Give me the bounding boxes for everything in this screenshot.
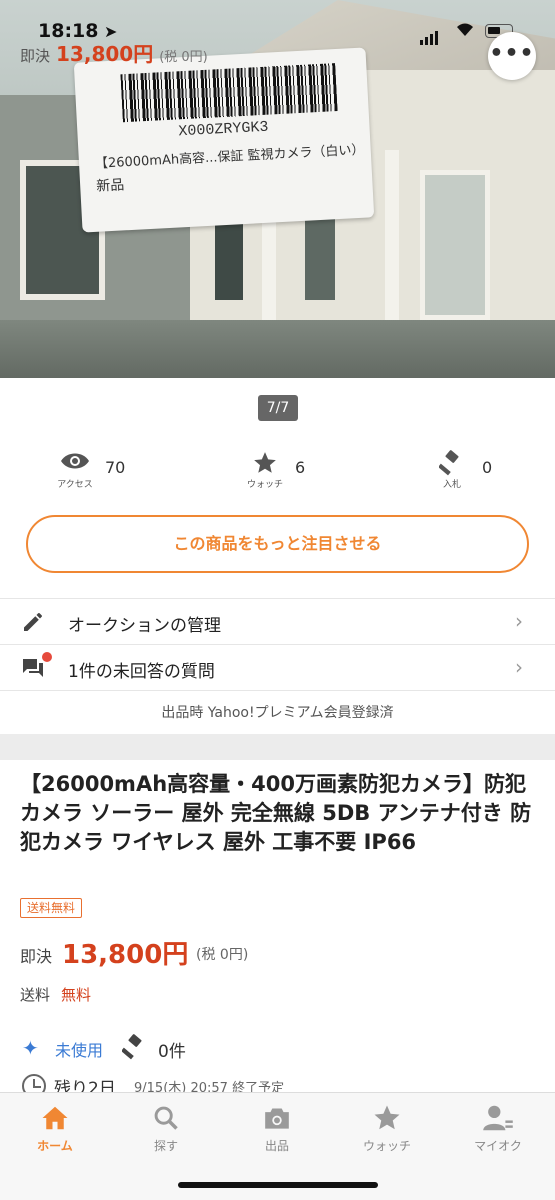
buy-now-label: 即決 [20, 947, 53, 966]
star-icon [245, 450, 285, 480]
gavel-icon [121, 1034, 148, 1060]
bid-count: 0件 [158, 1042, 186, 1062]
barcode [120, 63, 338, 123]
premium-notice: 出品時 Yahoo!プレミアム会員登録済 [0, 690, 555, 734]
tab-home-label: ホーム [37, 1139, 73, 1153]
tab-sell[interactable]: 出品 [232, 1101, 322, 1161]
chevron-right-icon: › [515, 609, 523, 633]
gallery-counter: 7/7 [258, 395, 298, 421]
more-options-button[interactable]: ••• [488, 32, 536, 80]
product-label-sticker: X000ZRYGK3 【26000mAh高容...保証 監視カメラ（白い） 新品 [73, 47, 375, 233]
home-icon [10, 1101, 100, 1135]
stat-watch-label: ウォッチ [246, 480, 283, 490]
section-divider [0, 734, 555, 760]
photo-ground [0, 320, 555, 378]
user-icon [453, 1101, 543, 1135]
header-price-amount: 13,800円 [56, 42, 154, 66]
photo-window [420, 170, 490, 320]
home-indicator [178, 1182, 378, 1188]
tab-search[interactable]: 探す [121, 1101, 211, 1161]
pencil-icon [20, 610, 48, 634]
item-condition-link[interactable]: 未使用 [55, 1037, 103, 1061]
buy-now-tax: (税 0円) [196, 947, 249, 963]
gavel-icon [432, 450, 472, 480]
tab-watch[interactable]: ウォッチ [342, 1101, 432, 1161]
tab-my-auction[interactable]: マイオク [453, 1101, 543, 1161]
shipping-label: 送料 [20, 986, 51, 1004]
header-buy-label: 即決 [20, 47, 51, 65]
header-tax: (税 0円) [159, 50, 208, 65]
free-shipping-badge: 送料無料 [20, 898, 83, 918]
ellipsis-icon: ••• [489, 41, 535, 66]
auction-management-label: オークションの管理 [68, 616, 221, 636]
stat-access-label: アクセス [57, 480, 93, 490]
buy-now-price: 13,800円 [62, 940, 189, 970]
auction-management-row[interactable]: オークションの管理 › [0, 598, 555, 644]
wifi-icon [456, 22, 474, 41]
promote-item-button[interactable]: この商品をもっと注目させる [26, 515, 529, 573]
header-price: 即決 13,800円 (税 0円) [20, 38, 208, 67]
star-icon [342, 1101, 432, 1135]
chat-icon [20, 652, 52, 680]
eye-icon [55, 450, 95, 476]
item-title: 【26000mAh高容量・400万画素防犯カメラ】防犯カメラ ソーラー 屋外 完… [20, 772, 532, 854]
shipping-value: 無料 [61, 986, 92, 1004]
tab-search-label: 探す [153, 1139, 178, 1153]
stat-bids-value: 0 [482, 458, 493, 477]
stat-bids-label: 入札 [442, 480, 461, 490]
camera-icon [232, 1101, 322, 1135]
unanswered-questions-row[interactable]: 1件の未回答の質問 › [0, 644, 555, 690]
sparkle-icon: ✦ [22, 1036, 39, 1060]
unanswered-questions-label: 1件の未回答の質問 [68, 662, 215, 682]
stat-access-value: 70 [105, 458, 126, 477]
tab-my-auction-label: マイオク [474, 1139, 522, 1153]
tab-home[interactable]: ホーム [10, 1101, 100, 1161]
cellular-signal-icon [420, 26, 440, 45]
tab-sell-label: 出品 [264, 1139, 289, 1153]
search-icon [121, 1101, 211, 1135]
chevron-right-icon: › [515, 655, 523, 679]
tab-watch-label: ウォッチ [362, 1139, 411, 1153]
stat-watch-value: 6 [295, 458, 306, 477]
notification-dot [42, 652, 52, 662]
